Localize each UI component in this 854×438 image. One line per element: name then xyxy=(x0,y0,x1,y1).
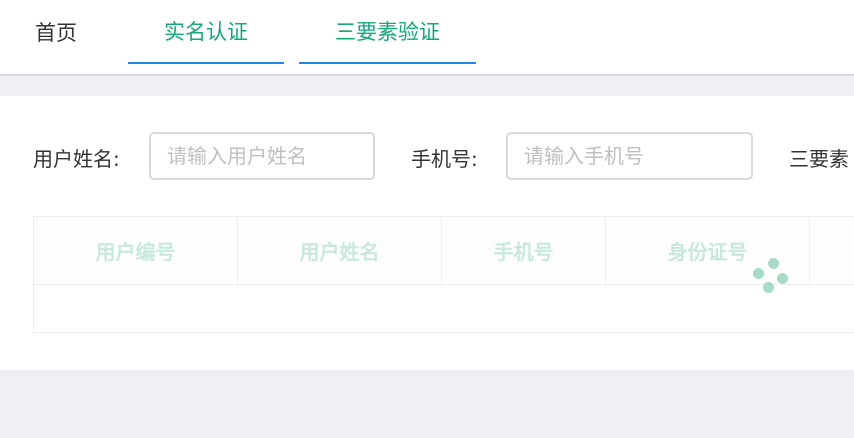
spinner-dot xyxy=(777,273,788,284)
spinner-dot xyxy=(768,258,779,269)
column-header-username[interactable]: 用户姓名 xyxy=(238,217,442,284)
column-header-phone[interactable]: 手机号 xyxy=(442,217,606,284)
tab-real-name-auth[interactable]: 实名认证 xyxy=(128,0,284,64)
three-factor-label: 三要素 xyxy=(789,147,849,171)
tab-home[interactable]: 首页 xyxy=(0,0,112,64)
spinner-dot xyxy=(763,282,774,293)
loading-spinner-icon xyxy=(750,255,790,295)
column-header-user-id[interactable]: 用户编号 xyxy=(34,217,238,284)
spinner-dot xyxy=(753,268,764,279)
phone-input[interactable] xyxy=(506,132,753,180)
table-body-empty xyxy=(34,285,854,333)
column-header-extra xyxy=(810,217,854,284)
results-table: 用户编号 用户姓名 手机号 身份证号 xyxy=(33,216,854,333)
username-label: 用户姓名: xyxy=(33,147,120,171)
table-header: 用户编号 用户姓名 手机号 身份证号 xyxy=(34,217,854,285)
top-nav-bar: 首页 实名认证 三要素验证 xyxy=(0,0,854,76)
tab-three-factor-verify[interactable]: 三要素验证 xyxy=(299,0,476,64)
phone-label: 手机号: xyxy=(411,147,478,171)
search-panel: 用户姓名: 手机号: 三要素 用户编号 用户姓名 手机号 身份证号 xyxy=(0,96,854,370)
username-input[interactable] xyxy=(149,132,375,180)
